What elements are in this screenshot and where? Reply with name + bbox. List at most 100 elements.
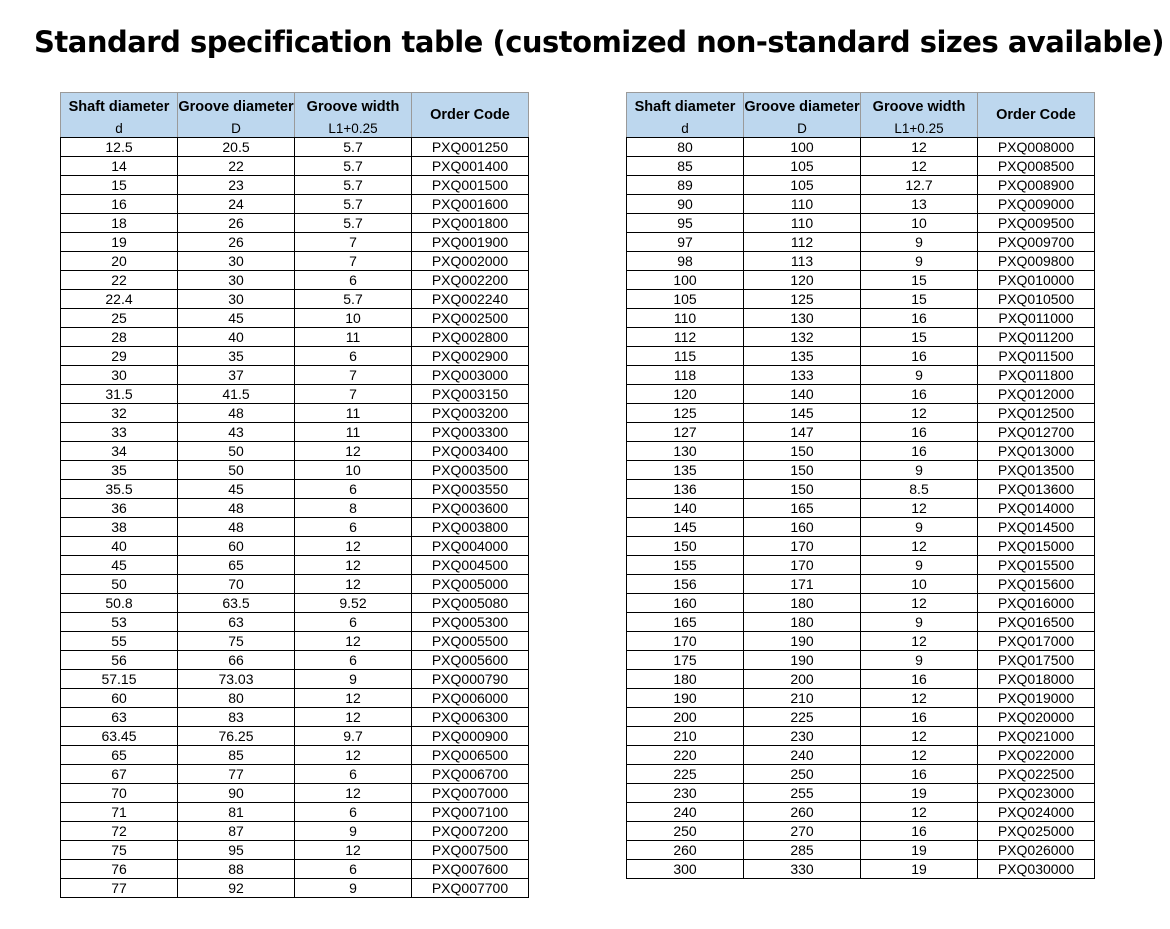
- cell-groove-width: 16: [860, 764, 978, 784]
- table-row: 57.15 73.03 9 PXQ000790: [60, 669, 529, 689]
- table-row: 90 110 13 PXQ009000: [626, 194, 1095, 214]
- cell-groove-diameter: 120: [743, 270, 861, 290]
- cell-order-code: PXQ002500: [411, 308, 529, 328]
- cell-groove-diameter: 113: [743, 251, 861, 271]
- cell-groove-diameter: 190: [743, 650, 861, 670]
- cell-groove-width: 5.7: [294, 194, 412, 214]
- cell-shaft-diameter: 220: [626, 745, 744, 765]
- cell-shaft-diameter: 250: [626, 821, 744, 841]
- cell-groove-diameter: 81: [177, 802, 295, 822]
- spec-table-left: Shaft diameter Groove diameter Groove wi…: [60, 92, 529, 898]
- cell-order-code: PXQ008900: [977, 175, 1095, 195]
- table-row: 136 150 8.5 PXQ013600: [626, 479, 1095, 499]
- cell-shaft-diameter: 156: [626, 574, 744, 594]
- cell-groove-width: 12: [860, 403, 978, 423]
- cell-groove-diameter: 70: [177, 574, 295, 594]
- cell-groove-diameter: 50: [177, 441, 295, 461]
- cell-groove-width: 9: [860, 365, 978, 385]
- cell-shaft-diameter: 127: [626, 422, 744, 442]
- table-row: 63.45 76.25 9.7 PXQ000900: [60, 726, 529, 746]
- cell-groove-width: 12: [860, 498, 978, 518]
- cell-groove-diameter: 95: [177, 840, 295, 860]
- cell-shaft-diameter: 260: [626, 840, 744, 860]
- cell-shaft-diameter: 125: [626, 403, 744, 423]
- cell-order-code: PXQ016500: [977, 612, 1095, 632]
- header-width-tolerance: L1+0.25: [860, 120, 978, 138]
- cell-groove-width: 5.7: [294, 175, 412, 195]
- cell-groove-diameter: 147: [743, 422, 861, 442]
- cell-groove-width: 9: [294, 878, 412, 898]
- table-row: 112 132 15 PXQ011200: [626, 327, 1095, 347]
- table-row: 170 190 12 PXQ017000: [626, 631, 1095, 651]
- cell-groove-width: 16: [860, 669, 978, 689]
- cell-groove-width: 16: [860, 707, 978, 727]
- cell-order-code: PXQ003000: [411, 365, 529, 385]
- cell-order-code: PXQ015500: [977, 555, 1095, 575]
- cell-order-code: PXQ001600: [411, 194, 529, 214]
- cell-groove-width: 12: [860, 536, 978, 556]
- cell-groove-diameter: 30: [177, 270, 295, 290]
- cell-groove-diameter: 85: [177, 745, 295, 765]
- cell-order-code: PXQ010000: [977, 270, 1095, 290]
- cell-shaft-diameter: 85: [626, 156, 744, 176]
- cell-order-code: PXQ014000: [977, 498, 1095, 518]
- cell-groove-diameter: 26: [177, 232, 295, 252]
- cell-groove-width: 16: [860, 441, 978, 461]
- cell-groove-diameter: 41.5: [177, 384, 295, 404]
- cell-groove-diameter: 210: [743, 688, 861, 708]
- cell-shaft-diameter: 200: [626, 707, 744, 727]
- table-row: 63 83 12 PXQ006300: [60, 707, 529, 727]
- cell-groove-width: 7: [294, 365, 412, 385]
- table-row: 100 120 15 PXQ010000: [626, 270, 1095, 290]
- table-row: 150 170 12 PXQ015000: [626, 536, 1095, 556]
- cell-groove-diameter: 160: [743, 517, 861, 537]
- cell-groove-width: 7: [294, 232, 412, 252]
- cell-order-code: PXQ003600: [411, 498, 529, 518]
- cell-groove-width: 10: [294, 460, 412, 480]
- cell-groove-width: 5.7: [294, 156, 412, 176]
- table-row: 250 270 16 PXQ025000: [626, 821, 1095, 841]
- cell-shaft-diameter: 80: [626, 137, 744, 157]
- cell-groove-width: 12: [294, 536, 412, 556]
- cell-order-code: PXQ013500: [977, 460, 1095, 480]
- cell-groove-width: 6: [294, 859, 412, 879]
- cell-order-code: PXQ017000: [977, 631, 1095, 651]
- cell-groove-width: 7: [294, 251, 412, 271]
- cell-shaft-diameter: 75: [60, 840, 178, 860]
- cell-shaft-diameter: 45: [60, 555, 178, 575]
- table-row: 65 85 12 PXQ006500: [60, 745, 529, 765]
- table-row: 200 225 16 PXQ020000: [626, 707, 1095, 727]
- cell-shaft-diameter: 53: [60, 612, 178, 632]
- table-row: 156 171 10 PXQ015600: [626, 574, 1095, 594]
- cell-groove-diameter: 110: [743, 213, 861, 233]
- table-row: 67 77 6 PXQ006700: [60, 764, 529, 784]
- cell-groove-diameter: 48: [177, 517, 295, 537]
- table-row: 127 147 16 PXQ012700: [626, 422, 1095, 442]
- cell-shaft-diameter: 63.45: [60, 726, 178, 746]
- cell-shaft-diameter: 29: [60, 346, 178, 366]
- cell-groove-diameter: 48: [177, 403, 295, 423]
- cell-order-code: PXQ000790: [411, 669, 529, 689]
- table-row: 18 26 5.7 PXQ001800: [60, 213, 529, 233]
- header-width-tolerance: L1+0.25: [294, 120, 412, 138]
- table-row: 72 87 9 PXQ007200: [60, 821, 529, 841]
- cell-groove-width: 12: [294, 840, 412, 860]
- cell-shaft-diameter: 170: [626, 631, 744, 651]
- cell-groove-width: 6: [294, 764, 412, 784]
- cell-shaft-diameter: 56: [60, 650, 178, 670]
- header-groove-symbol: D: [177, 120, 295, 138]
- cell-shaft-diameter: 30: [60, 365, 178, 385]
- cell-groove-diameter: 145: [743, 403, 861, 423]
- cell-groove-diameter: 170: [743, 536, 861, 556]
- cell-groove-width: 12: [860, 688, 978, 708]
- cell-order-code: PXQ007700: [411, 878, 529, 898]
- cell-shaft-diameter: 34: [60, 441, 178, 461]
- cell-groove-diameter: 171: [743, 574, 861, 594]
- table-body: 12.5 20.5 5.7 PXQ001250 14 22 5.7 PXQ001400 15 23…: [60, 137, 529, 898]
- table-row: 70 90 12 PXQ007000: [60, 783, 529, 803]
- cell-order-code: PXQ006300: [411, 707, 529, 727]
- cell-order-code: PXQ007500: [411, 840, 529, 860]
- cell-shaft-diameter: 160: [626, 593, 744, 613]
- cell-groove-diameter: 45: [177, 308, 295, 328]
- cell-groove-diameter: 24: [177, 194, 295, 214]
